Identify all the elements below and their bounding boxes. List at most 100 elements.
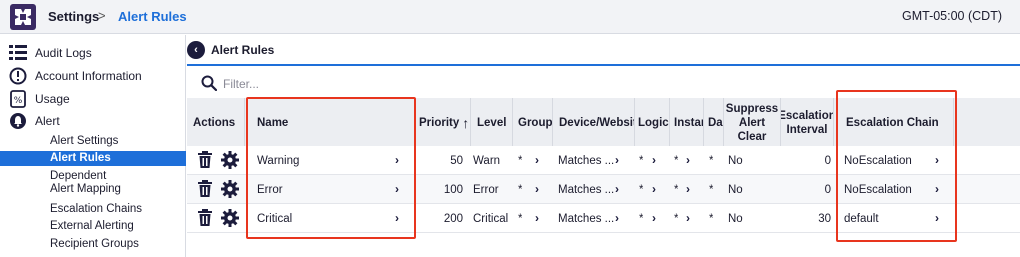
rule-level: Critical [473, 212, 509, 225]
table-row[interactable]: Error › 100 Error * › Matches ... › * › * › * No 0 NoEs… [187, 175, 1020, 204]
table-header: Actions Name Priority ↑ Level Group Devi… [187, 98, 1020, 148]
settings-sidebar: Audit Logs Account Information % Usage A… [0, 35, 186, 257]
column-header-logic-module[interactable]: LogicM [635, 98, 670, 148]
rule-group: * [518, 212, 523, 225]
top-bar: Settings > Alert Rules GMT-05:00 (CDT) [0, 0, 1020, 34]
settings-gear-icon[interactable] [221, 151, 239, 169]
chevron-right-icon[interactable]: › [686, 182, 690, 196]
rule-escalation-chain[interactable]: default [844, 204, 879, 233]
rule-group: * [518, 154, 523, 167]
search-icon [201, 75, 217, 91]
table-row[interactable]: Critical › 200 Critical * › Matches ... › * › * › * N… [187, 204, 1020, 233]
rule-name[interactable]: Error [257, 175, 283, 204]
chevron-right-icon[interactable]: › [395, 211, 399, 225]
chevron-right-icon[interactable]: › [935, 153, 939, 167]
rule-escalation-interval: 30 [818, 212, 831, 225]
sidebar-subitem-alert-rules[interactable]: Alert Rules [0, 151, 186, 166]
chevron-right-icon[interactable]: › [395, 153, 399, 167]
column-header-instance[interactable]: Instan [670, 98, 704, 148]
filter-input[interactable] [223, 75, 523, 93]
sidebar-subitem-alert-settings[interactable]: Alert Settings [0, 135, 186, 149]
column-header-escalation-interval[interactable]: Escalation Interval [781, 98, 834, 148]
rule-name[interactable]: Critical [257, 204, 292, 233]
timezone-label: GMT-05:00 (CDT) [901, 9, 1002, 23]
rule-name[interactable]: Warning [257, 146, 299, 175]
chevron-right-icon[interactable]: › [652, 211, 656, 225]
breadcrumb-alert-rules[interactable]: Alert Rules [118, 9, 187, 24]
chevron-right-icon[interactable]: › [535, 211, 539, 225]
chevron-right-icon[interactable]: › [935, 182, 939, 196]
rule-device: Matches ... [558, 183, 615, 196]
rule-escalation-chain[interactable]: NoEscalation [844, 175, 912, 204]
rule-device: Matches ... [558, 154, 615, 167]
percent-icon: % [9, 90, 27, 108]
chevron-right-icon[interactable]: › [535, 182, 539, 196]
rule-datapoint: * [709, 212, 714, 225]
settings-gear-icon[interactable] [221, 180, 239, 198]
alert-icon [9, 112, 27, 130]
rule-escalation-interval: 0 [824, 154, 831, 167]
rule-group: * [518, 183, 523, 196]
column-header-device-website[interactable]: Device/Website [553, 98, 635, 148]
info-icon [9, 67, 27, 85]
column-header-priority[interactable]: Priority ↑ [415, 98, 471, 148]
svg-text:%: % [14, 96, 23, 106]
rule-level: Error [473, 183, 499, 196]
sort-ascending-icon[interactable]: ↑ [462, 115, 469, 131]
sidebar-item-alert[interactable]: Alert [0, 110, 186, 132]
chevron-right-icon[interactable]: › [615, 153, 619, 167]
chevron-right-icon[interactable]: › [686, 211, 690, 225]
chevron-right-icon[interactable]: › [535, 153, 539, 167]
chevron-right-icon[interactable]: › [615, 211, 619, 225]
chevron-right-icon[interactable]: › [686, 153, 690, 167]
chevron-right-icon[interactable]: › [935, 211, 939, 225]
rule-instance: * [674, 183, 679, 196]
table-row[interactable]: Warning › 50 Warn * › Matches ... › * › * › * No 0 NoEs… [187, 146, 1020, 175]
logicmonitor-logo-icon[interactable] [10, 4, 36, 30]
sidebar-item-audit-logs[interactable]: Audit Logs [0, 42, 186, 64]
sidebar-subitem-dependent-alert-mapping[interactable]: Dependent Alert Mapping [0, 170, 186, 198]
filter-bar [187, 70, 1020, 98]
rule-datapoint: * [709, 154, 714, 167]
rule-datapoint: * [709, 183, 714, 196]
chevron-right-icon[interactable]: › [652, 153, 656, 167]
sidebar-subitem-recipient-groups[interactable]: Recipient Groups [0, 238, 186, 252]
column-header-level[interactable]: Level [471, 98, 513, 148]
column-header-datapoint[interactable]: Da [704, 98, 724, 148]
rule-level: Warn [473, 154, 501, 167]
column-header-escalation-chain[interactable]: Escalation Chain [834, 98, 954, 148]
rule-priority: 50 [450, 154, 463, 167]
back-button[interactable]: ‹ [187, 41, 205, 59]
rule-escalation-chain[interactable]: NoEscalation [844, 146, 912, 175]
column-header-suppress-alert-clear[interactable]: Suppress Alert Clear [724, 98, 781, 148]
sidebar-item-usage[interactable]: % Usage [0, 88, 186, 110]
sidebar-subitem-external-alerting[interactable]: External Alerting [0, 220, 186, 234]
delete-icon[interactable] [196, 180, 214, 198]
chevron-left-icon: ‹ [194, 44, 198, 56]
rule-logic-module: * [639, 154, 644, 167]
delete-icon[interactable] [196, 151, 214, 169]
column-header-group[interactable]: Group [513, 98, 553, 148]
page-title: Alert Rules [211, 43, 275, 57]
chevron-right-icon[interactable]: › [395, 182, 399, 196]
breadcrumb-separator: > [98, 8, 106, 23]
sidebar-item-label: Account Information [35, 69, 142, 83]
rule-suppress-alert-clear: No [728, 183, 743, 196]
rule-escalation-interval: 0 [824, 183, 831, 196]
rule-logic-module: * [639, 183, 644, 196]
rule-instance: * [674, 154, 679, 167]
rule-suppress-alert-clear: No [728, 212, 743, 225]
sidebar-subitem-escalation-chains[interactable]: Escalation Chains [0, 203, 186, 217]
rule-suppress-alert-clear: No [728, 154, 743, 167]
sidebar-item-account-information[interactable]: Account Information [0, 65, 186, 87]
column-header-name[interactable]: Name [245, 98, 415, 148]
chevron-right-icon[interactable]: › [615, 182, 619, 196]
rule-priority: 100 [443, 183, 463, 196]
page-header: ‹ Alert Rules [187, 35, 1020, 66]
breadcrumb-settings[interactable]: Settings [48, 9, 99, 24]
rule-device: Matches ... [558, 212, 615, 225]
chevron-right-icon[interactable]: › [652, 182, 656, 196]
delete-icon[interactable] [196, 209, 214, 227]
sidebar-item-label: Usage [35, 92, 70, 106]
settings-gear-icon[interactable] [221, 209, 239, 227]
